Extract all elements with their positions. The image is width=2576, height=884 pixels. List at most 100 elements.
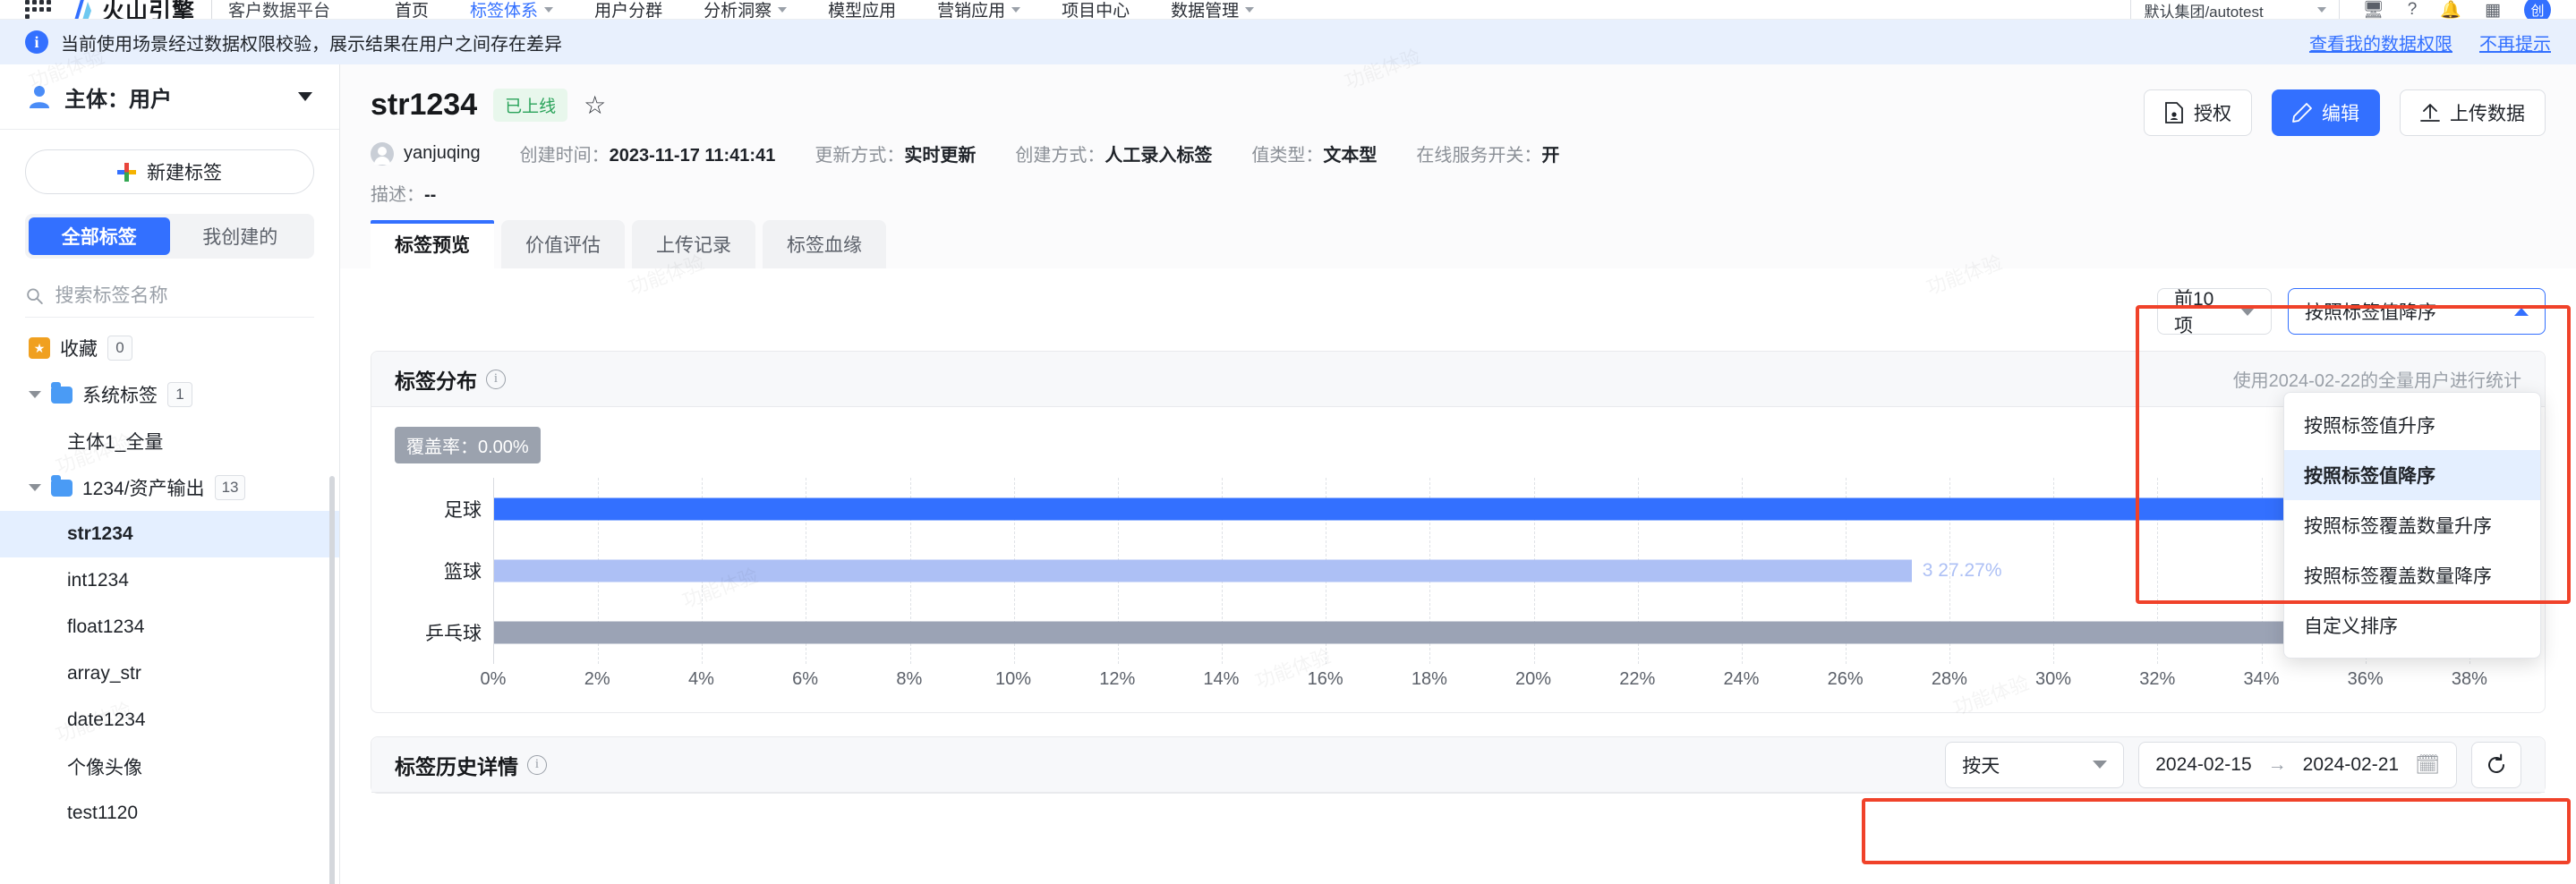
nav-right-area: 默认集团/autotest 🖥 ? 🔔 ▦ 创 — [2130, 0, 2551, 20]
tree-item-date1234[interactable]: date1234 — [0, 697, 339, 744]
tree-item-float1234[interactable]: float1234 — [0, 604, 339, 650]
nav-item-analysis[interactable]: 分析洞察 — [704, 0, 788, 20]
tab-panel-tag-preview: 前10项 按照标签值降序 标签分布 i 使用2024-02-22的全量用户进行统… — [340, 268, 2576, 884]
chart-bar-row[interactable]: 乒乓球4 36.36% — [425, 602, 2521, 664]
favorite-star-icon[interactable]: ☆ — [584, 92, 606, 118]
tree-item-subject1-full[interactable]: 主体1_全量 — [0, 418, 339, 464]
tree-item-test1120[interactable]: test1120 — [0, 790, 339, 837]
distribution-title: 标签分布 i — [395, 364, 506, 395]
nav-item-label: 分析洞察 — [704, 2, 772, 20]
chevron-down-icon — [2093, 761, 2108, 769]
history-card-header: 标签历史详情 i 按天 2024-02-15 → 2024-02-21 🗓 — [371, 737, 2545, 793]
date-range-picker[interactable]: 2024-02-15 → 2024-02-21 🗓 — [2138, 741, 2457, 788]
chart-x-tick: 12% — [1099, 669, 1136, 689]
monitor-icon[interactable]: 🖥 — [2363, 0, 2384, 19]
chart-bar-row[interactable]: 篮球 3 27.27% — [444, 540, 2521, 601]
tree-item-label: 系统标签 — [82, 386, 158, 406]
date-start: 2024-02-15 — [2155, 753, 2252, 775]
tab-upload-records[interactable]: 上传记录 — [632, 220, 755, 268]
sort-option-coverage-asc[interactable]: 按照标签覆盖数量升序 — [2284, 500, 2540, 550]
authorize-button[interactable]: 授权 — [2144, 89, 2252, 136]
chevron-down-icon[interactable] — [29, 484, 41, 491]
new-tag-label: 新建标签 — [147, 163, 222, 183]
nav-item-label: 用户分群 — [594, 2, 663, 20]
refresh-button[interactable] — [2471, 741, 2521, 788]
segment-my-tags[interactable]: 我创建的 — [170, 217, 311, 255]
chart-bar[interactable] — [494, 497, 2480, 521]
sort-option-value-desc[interactable]: 按照标签值降序 — [2284, 450, 2540, 500]
tree-item-array-str[interactable]: array_str — [0, 650, 339, 697]
nav-divider — [211, 0, 213, 19]
meta-value: 2023-11-17 11:41:41 — [609, 146, 776, 166]
chevron-down-icon[interactable] — [29, 391, 41, 398]
nav-item-tag-system[interactable]: 标签体系 — [470, 0, 554, 19]
chart-bar-row[interactable]: 足球 — [444, 478, 2521, 540]
info-icon: i — [25, 30, 48, 54]
chart-x-tick: 38% — [2451, 669, 2487, 689]
nav-item-model-app[interactable]: 模型应用 — [828, 0, 896, 19]
edit-icon — [2292, 103, 2312, 123]
tree-item-system-tags[interactable]: 系统标签 1 — [0, 371, 339, 418]
granularity-value: 按天 — [1962, 755, 2000, 777]
tree-item-avatar-tag[interactable]: 个像头像 — [0, 744, 339, 790]
edit-button[interactable]: 编辑 — [2272, 89, 2380, 136]
brand-logo-icon — [74, 0, 91, 19]
nav-item-user-group[interactable]: 用户分群 — [594, 0, 663, 20]
sort-option-custom[interactable]: 自定义排序 — [2284, 600, 2540, 650]
avatar[interactable]: 创 — [2524, 0, 2551, 19]
dismiss-notice-link[interactable]: 不再提示 — [2479, 30, 2551, 55]
bell-icon[interactable]: 🔔 — [2440, 0, 2461, 19]
tag-search-box — [25, 275, 314, 318]
meta-value: 开 — [1541, 146, 1560, 166]
chart-data-label: 3 27.27% — [1922, 559, 2002, 581]
tree-item-favorites[interactable]: ★ 收藏 0 — [0, 325, 339, 371]
upload-data-button[interactable]: 上传数据 — [2400, 89, 2546, 136]
subject-selector[interactable]: 主体：用户 — [0, 64, 339, 130]
tab-tag-lineage[interactable]: 标签血缘 — [763, 220, 886, 268]
info-icon[interactable]: i — [486, 369, 506, 389]
data-permission-notice: i 当前使用场景经过数据权限校验，展示结果在用户之间存在差异 查看我的数据权限 … — [0, 20, 2576, 64]
chart-bar[interactable] — [494, 559, 1912, 582]
new-tag-button[interactable]: 新建标签 — [25, 149, 314, 194]
view-my-permission-link[interactable]: 查看我的数据权限 — [2309, 30, 2452, 55]
granularity-select[interactable]: 按天 — [1945, 741, 2125, 788]
chart-category-label: 篮球 — [444, 561, 482, 582]
meta-key: 创建方式： — [1015, 146, 1105, 166]
top-n-select[interactable]: 前10项 — [2157, 288, 2272, 336]
meta-value-type: 值类型：文本型 — [1251, 140, 1377, 166]
page-header: str1234 已上线 ☆ yanjuqing 创建时间：2023-11-17 … — [340, 64, 2576, 220]
sort-select[interactable]: 按照标签值降序 — [2288, 288, 2546, 335]
nav-item-marketing-app[interactable]: 营销应用 — [937, 0, 1021, 19]
chart-x-tick: 36% — [2347, 669, 2384, 689]
apps-icon[interactable]: ▦ — [2485, 0, 2501, 20]
sort-option-value-asc[interactable]: 按照标签值升序 — [2284, 400, 2540, 450]
help-icon[interactable]: ? — [2408, 0, 2418, 19]
nav-item-home[interactable]: 首页 — [395, 0, 429, 19]
tree-item-str1234[interactable]: str1234 — [0, 511, 339, 557]
global-nav-bar: 火山引擎 客户数据平台 首页 标签体系 用户分群 分析洞察 模型应用 营销应用 … — [0, 0, 2576, 20]
meta-update-mode: 更新方式：实时更新 — [815, 140, 976, 166]
chart-bar[interactable] — [494, 621, 2384, 644]
tab-tag-preview[interactable]: 标签预览 — [371, 220, 494, 268]
info-icon[interactable]: i — [527, 754, 547, 775]
tab-value-assessment[interactable]: 价值评估 — [501, 220, 625, 268]
tree-item-label: array_str — [67, 663, 141, 684]
tag-distribution-chart: 足球篮球 3 27.27% 乒乓球4 36.36% 0% 2% 4% 6% 8% 10% 12%… — [395, 478, 2521, 700]
brand-name: 火山引擎 — [102, 0, 196, 20]
chart-x-tick: 0% — [480, 669, 507, 689]
segment-all-tags[interactable]: 全部标签 — [29, 217, 170, 255]
nav-item-project-center[interactable]: 项目中心 — [1062, 0, 1130, 19]
nav-item-data-manage[interactable]: 数据管理 — [1171, 0, 1255, 19]
tree-item-asset-output[interactable]: 1234/资产输出 13 — [0, 464, 339, 511]
chevron-down-icon — [544, 6, 554, 13]
tree-item-label: float1234 — [67, 616, 145, 637]
sort-option-coverage-desc[interactable]: 按照标签覆盖数量降序 — [2284, 550, 2540, 600]
tree-item-label: test1120 — [67, 803, 139, 823]
search-input[interactable] — [55, 285, 314, 307]
tree-item-int1234[interactable]: int1234 — [0, 557, 339, 604]
edit-label: 编辑 — [2322, 104, 2359, 124]
subject-label: 主体：用户 — [64, 87, 172, 112]
project-selector[interactable]: 默认集团/autotest — [2130, 0, 2340, 19]
app-grid-icon[interactable] — [25, 0, 55, 19]
sidebar-scrollbar[interactable] — [329, 476, 335, 884]
